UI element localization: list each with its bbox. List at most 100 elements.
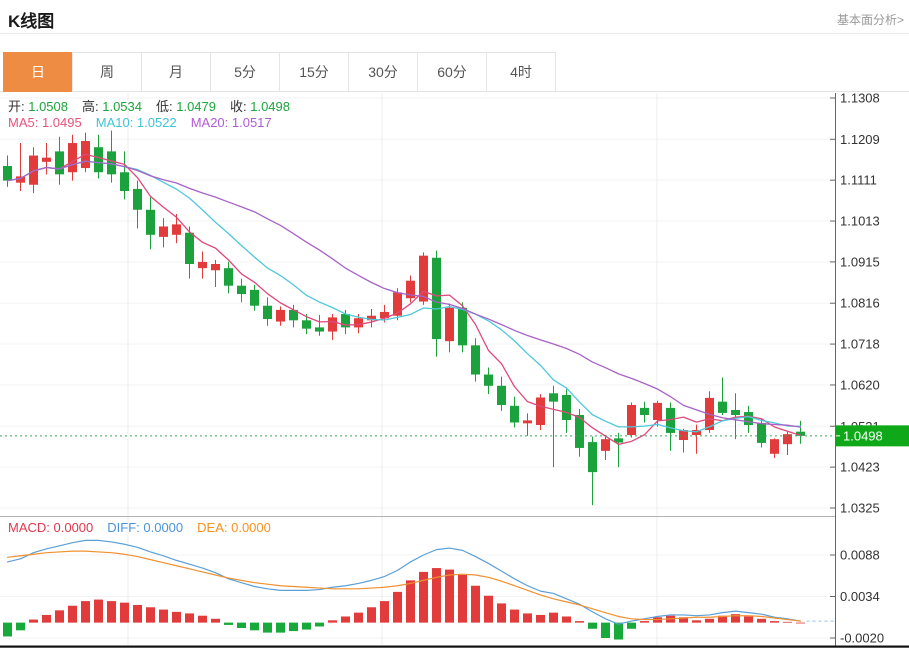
y-axis-label: 1.0718 xyxy=(840,337,880,352)
macd-bar xyxy=(250,623,259,631)
legend-value: 1.0522 xyxy=(137,115,177,130)
candle-body xyxy=(94,147,103,172)
y-axis-label: 1.1111 xyxy=(840,173,877,188)
macd-bar xyxy=(276,623,285,633)
legend-value: 0.0000 xyxy=(231,520,271,535)
y-axis-label: 1.0915 xyxy=(840,254,880,269)
candle-body xyxy=(523,420,532,423)
macd-bar xyxy=(211,619,220,623)
legend-value: 1.0498 xyxy=(250,99,290,114)
macd-bar xyxy=(315,623,324,627)
macd-bar xyxy=(458,575,467,623)
legend-label: DEA: xyxy=(197,520,231,535)
tab-daily[interactable]: 日 xyxy=(3,52,73,92)
candle-body xyxy=(263,306,272,319)
candle-body xyxy=(107,151,116,174)
macd-bar xyxy=(29,620,38,623)
macd-bar xyxy=(68,606,77,623)
macd-bar xyxy=(3,623,12,637)
legend-item: 高: 1.0534 xyxy=(82,99,142,114)
candle-body xyxy=(458,308,467,346)
candle-body xyxy=(445,308,454,341)
macd-bar xyxy=(497,603,506,622)
candle-body xyxy=(627,405,636,435)
legend-label: MA20: xyxy=(191,115,232,130)
macd-bar xyxy=(289,623,298,631)
legend-item: DIFF: 0.0000 xyxy=(107,520,183,535)
legend-value: 0.0000 xyxy=(54,520,94,535)
candle-body xyxy=(237,286,246,294)
candle-body xyxy=(653,403,662,420)
candle-body xyxy=(211,264,220,270)
legend-item: 收: 1.0498 xyxy=(230,99,290,114)
candle-body xyxy=(328,317,337,331)
ma-legend: MA5: 1.0495 MA10: 1.0522 MA20: 1.0517 xyxy=(8,115,286,130)
candle-body xyxy=(770,439,779,454)
candle-body xyxy=(757,423,766,443)
tab-4hour[interactable]: 4时 xyxy=(486,52,556,92)
macd-bar xyxy=(16,623,25,631)
macd-bar xyxy=(198,616,207,623)
y-axis-label: 1.0620 xyxy=(840,377,880,392)
macd-bar xyxy=(484,596,493,623)
y-axis-label: 1.0325 xyxy=(840,501,880,516)
candle-body xyxy=(42,158,51,162)
candle-body xyxy=(354,318,363,327)
y-axis-label: 1.0423 xyxy=(840,460,880,475)
macd-bar xyxy=(367,607,376,622)
macd-bar xyxy=(562,616,571,622)
macd-bar xyxy=(341,616,350,622)
candle-body xyxy=(3,166,12,181)
candle-body xyxy=(393,292,402,315)
last-price-badge-text: 1.0498 xyxy=(843,428,883,443)
y-axis-label: 1.0816 xyxy=(840,296,880,311)
macd-bar xyxy=(393,592,402,623)
macd-bar xyxy=(380,601,389,623)
legend-label: 高: xyxy=(82,99,102,114)
macd-bar xyxy=(627,623,636,629)
macd-bar xyxy=(81,601,90,623)
macd-bar xyxy=(614,623,623,640)
legend-value: 0.0000 xyxy=(143,520,183,535)
candle-body xyxy=(172,224,181,234)
legend-item: MA10: 1.0522 xyxy=(96,115,177,130)
candle-body xyxy=(718,402,727,413)
tab-bar: 日周月5分15分30分60分4时 xyxy=(0,52,909,92)
tab-5min[interactable]: 5分 xyxy=(210,52,280,92)
candle-body xyxy=(562,395,571,420)
tab-weekly[interactable]: 周 xyxy=(72,52,142,92)
macd-bar xyxy=(107,601,116,623)
legend-label: MA5: xyxy=(8,115,42,130)
legend-label: 低: xyxy=(156,99,176,114)
macd-bar xyxy=(172,612,181,623)
macd-bar xyxy=(640,621,649,623)
macd-bar xyxy=(770,621,779,623)
macd-bar xyxy=(744,616,753,622)
macd-bar xyxy=(406,580,415,622)
candle-body xyxy=(302,320,311,328)
tab-15min[interactable]: 15分 xyxy=(279,52,349,92)
legend-label: MA10: xyxy=(96,115,137,130)
macd-bar xyxy=(523,613,532,622)
macd-bar xyxy=(120,603,129,623)
tab-60min[interactable]: 60分 xyxy=(417,52,487,92)
macd-bar xyxy=(692,620,701,622)
macd-bar xyxy=(224,623,233,625)
macd-bar xyxy=(510,610,519,623)
legend-label: 收: xyxy=(230,99,250,114)
tab-monthly[interactable]: 月 xyxy=(141,52,211,92)
macd-bar xyxy=(302,623,311,630)
legend-value: 1.0495 xyxy=(42,115,82,130)
candle-body xyxy=(68,143,77,172)
candle-body xyxy=(146,210,155,235)
legend-item: MA20: 1.0517 xyxy=(191,115,272,130)
line-series xyxy=(8,154,801,444)
candle-body xyxy=(640,408,649,415)
candle-body xyxy=(744,412,753,425)
macd-bar xyxy=(536,615,545,623)
legend-item: 开: 1.0508 xyxy=(8,99,68,114)
macd-bar xyxy=(471,586,480,623)
legend-label: MACD: xyxy=(8,520,54,535)
tab-30min[interactable]: 30分 xyxy=(348,52,418,92)
candle-body xyxy=(55,151,64,174)
